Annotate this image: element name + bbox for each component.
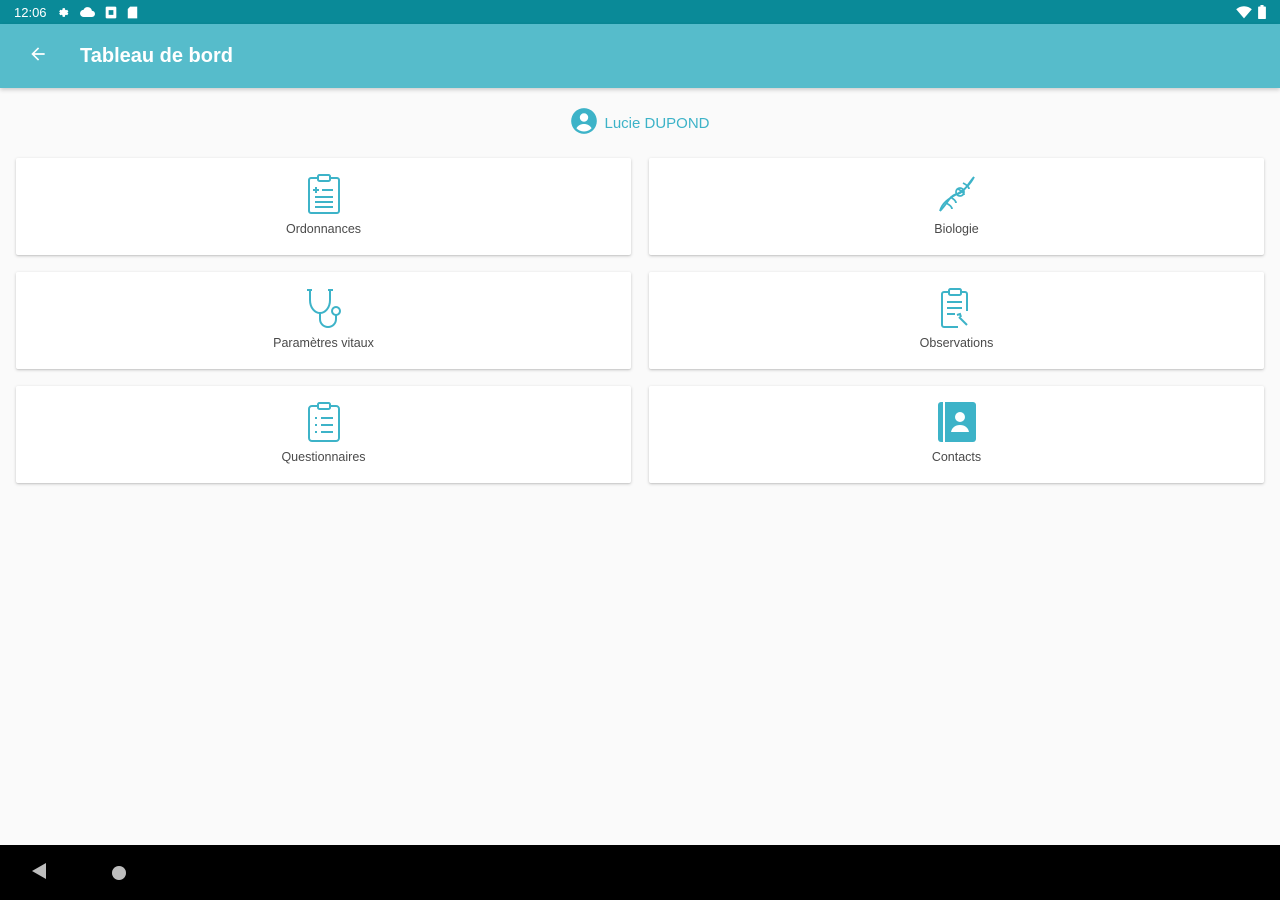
tile-contacts[interactable]: Contacts bbox=[649, 386, 1264, 483]
cloud-icon bbox=[79, 6, 95, 18]
contact-book-icon bbox=[935, 400, 979, 444]
tile-label: Biologie bbox=[934, 222, 979, 236]
wifi-icon bbox=[1236, 5, 1252, 19]
status-time: 12:06 bbox=[14, 4, 47, 20]
tile-biologie[interactable]: Biologie bbox=[649, 158, 1264, 255]
tile-observations[interactable]: Observations bbox=[649, 272, 1264, 369]
triangle-back-icon bbox=[32, 862, 46, 879]
tile-label: Paramètres vitaux bbox=[273, 336, 374, 350]
status-left: 12:06 bbox=[14, 5, 138, 20]
arrow-back-icon bbox=[28, 44, 48, 69]
patient-header: Lucie DUPOND bbox=[0, 106, 1280, 140]
battery-icon bbox=[1258, 5, 1266, 19]
clipboard-prescription-icon bbox=[302, 172, 346, 216]
dna-icon bbox=[935, 172, 979, 216]
app-bar: Tableau de bord bbox=[0, 24, 1280, 88]
sd-card-icon bbox=[127, 6, 138, 19]
tile-label: Questionnaires bbox=[281, 450, 366, 464]
circle-home-icon bbox=[112, 865, 126, 880]
patient-name: Lucie DUPOND bbox=[604, 114, 710, 132]
sim-card-icon bbox=[105, 6, 117, 19]
tile-parametres-vitaux[interactable]: Paramètres vitaux bbox=[16, 272, 631, 369]
system-nav-bar bbox=[0, 845, 1280, 900]
clipboard-edit-icon bbox=[935, 286, 979, 330]
tile-label: Ordonnances bbox=[285, 222, 362, 236]
gear-icon bbox=[57, 6, 70, 19]
clipboard-list-icon bbox=[302, 400, 346, 444]
tile-questionnaires[interactable]: Questionnaires bbox=[16, 386, 631, 483]
stethoscope-icon bbox=[302, 286, 346, 330]
back-button[interactable] bbox=[18, 36, 58, 76]
tile-ordonnances[interactable]: Ordonnances bbox=[16, 158, 631, 255]
nav-back-button[interactable] bbox=[30, 862, 52, 884]
page-title: Tableau de bord bbox=[80, 44, 233, 67]
nav-home-button[interactable] bbox=[108, 862, 130, 884]
tile-label: Observations bbox=[919, 336, 994, 350]
status-right bbox=[1236, 5, 1266, 19]
dashboard-grid: Ordonnances Biologie Paramètres vitaux O… bbox=[16, 158, 1266, 483]
account-circle-icon bbox=[570, 107, 598, 139]
status-bar: 12:06 bbox=[0, 0, 1280, 24]
tile-label: Contacts bbox=[931, 450, 982, 464]
